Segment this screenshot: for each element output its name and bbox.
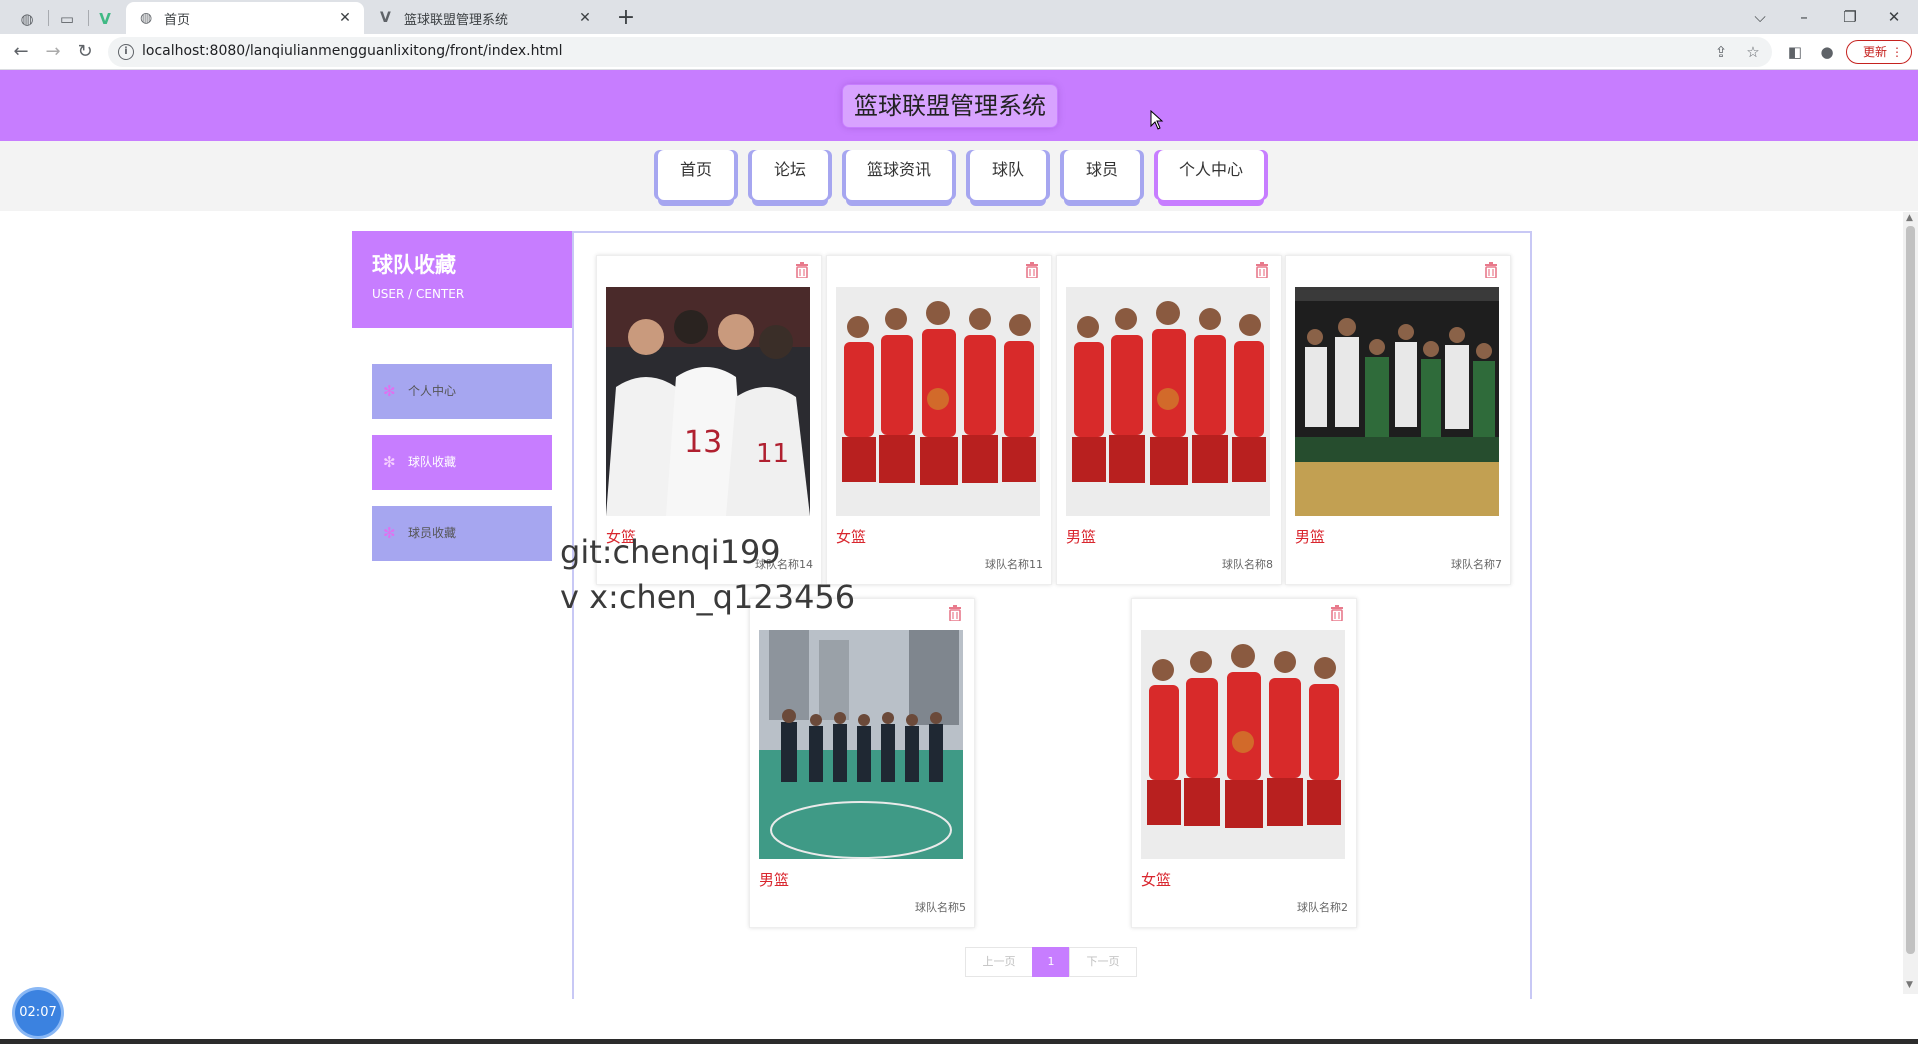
team-photo-huddle[interactable]: 13 11 — [606, 287, 810, 516]
minimize-button[interactable]: – — [1782, 4, 1826, 30]
restore-button[interactable]: ❐ — [1828, 4, 1872, 30]
trash-icon[interactable] — [1330, 605, 1344, 621]
nav-forum[interactable]: 论坛 — [752, 150, 828, 200]
watermark-text: git:chenqi199 v x:chen_q123456 — [560, 530, 855, 620]
back-arrow-icon[interactable]: ← — [8, 39, 34, 65]
team-card[interactable]: 男篮 球队名称7 — [1285, 255, 1511, 585]
scroll-down-icon[interactable]: ▼ — [1906, 980, 1913, 990]
sidebar-item-label: 球队收藏 — [408, 455, 457, 469]
close-window-button[interactable]: ✕ — [1872, 4, 1916, 30]
recording-timer: 02:07 — [15, 990, 61, 1036]
page-scrollbar[interactable]: ▲ ▼ — [1903, 212, 1918, 994]
browser-toolbar: ← → ↻ i localhost:8080/lanqiulianmenggua… — [0, 34, 1918, 70]
snowflake-icon: ✻ — [383, 524, 396, 542]
nav-teams[interactable]: 球队 — [970, 150, 1046, 200]
snowflake-icon: ✻ — [383, 382, 396, 400]
team-name: 球队名称11 — [985, 558, 1043, 571]
new-tab-button[interactable]: + — [612, 4, 640, 32]
prev-page-button[interactable]: 上一页 — [965, 947, 1033, 977]
team-type: 男篮 — [1295, 528, 1326, 546]
pinned-tab-vue-icon[interactable]: V — [86, 5, 124, 33]
team-type: 女篮 — [1141, 871, 1172, 889]
address-bar[interactable]: i localhost:8080/lanqiulianmengguanlixit… — [108, 37, 1772, 67]
sidebar-item-label: 球员收藏 — [408, 526, 457, 540]
profile-icon[interactable]: ● — [1814, 39, 1840, 65]
pinned-tab-globe-icon[interactable]: ◍ — [8, 5, 46, 33]
sidebar-item-team-favorites[interactable]: ✻ 球队收藏 — [372, 435, 552, 490]
tab-league-system[interactable]: V 篮球联盟管理系统 ✕ — [366, 2, 604, 34]
sidebar-item-label: 个人中心 — [408, 384, 457, 398]
page-1-button[interactable]: 1 — [1032, 947, 1070, 977]
nav-user-center[interactable]: 个人中心 — [1158, 150, 1264, 200]
team-card[interactable]: 男篮 球队名称8 — [1056, 255, 1282, 585]
tab-search-chevron-icon[interactable]: ⌵ — [1738, 4, 1782, 30]
team-card[interactable]: 男篮 球队名称5 — [749, 598, 975, 928]
nav-home[interactable]: 首页 — [658, 150, 734, 200]
pinned-tab-blank-icon[interactable]: ▭ — [48, 5, 86, 33]
taskbar-edge — [0, 1039, 1918, 1044]
browser-tab-strip: ◍ ▭ V ◍ 首页 ✕ V 篮球联盟管理系统 ✕ + ⌵ – ❐ ✕ — [0, 0, 1918, 34]
snowflake-icon: ✻ — [383, 453, 396, 471]
team-photo-red-jerseys[interactable] — [1141, 630, 1345, 859]
trash-icon[interactable] — [1255, 262, 1269, 278]
team-name: 球队名称5 — [915, 901, 966, 914]
svg-text:13: 13 — [684, 425, 722, 460]
scroll-up-icon[interactable]: ▲ — [1906, 213, 1913, 223]
team-type: 男篮 — [759, 871, 790, 889]
star-icon[interactable]: ☆ — [1740, 39, 1766, 65]
team-photo-red-jerseys[interactable] — [836, 287, 1040, 516]
vue-icon: V — [380, 10, 391, 26]
svg-text:11: 11 — [756, 439, 789, 469]
team-card[interactable]: 女篮 球队名称2 — [1131, 598, 1357, 928]
share-icon[interactable]: ⇪ — [1708, 39, 1734, 65]
next-page-button[interactable]: 下一页 — [1069, 947, 1137, 977]
close-icon[interactable]: ✕ — [336, 10, 354, 26]
url-text[interactable]: localhost:8080/lanqiulianmengguanlixiton… — [142, 43, 563, 59]
tab-title: 篮球联盟管理系统 — [404, 12, 509, 28]
sidepanel-icon[interactable]: ◧ — [1782, 39, 1808, 65]
forward-arrow-icon[interactable]: → — [40, 39, 66, 65]
team-name: 球队名称7 — [1451, 558, 1502, 571]
trash-icon[interactable] — [1484, 262, 1498, 278]
team-photo-red-jerseys[interactable] — [1066, 287, 1270, 516]
watermark-line: v x:chen_q123456 — [560, 578, 856, 616]
tab-title: 首页 — [164, 12, 191, 28]
reload-icon[interactable]: ↻ — [72, 39, 98, 65]
tab-home[interactable]: ◍ 首页 ✕ — [126, 2, 364, 34]
info-icon[interactable]: i — [118, 44, 134, 60]
team-photo-celebration[interactable] — [1295, 287, 1499, 516]
team-type: 男篮 — [1066, 528, 1097, 546]
update-label: 更新 — [1863, 45, 1888, 59]
sidebar-header: 球队收藏 USER / CENTER — [352, 231, 572, 328]
trash-icon[interactable] — [795, 262, 809, 278]
team-photo-court-group[interactable] — [759, 630, 963, 859]
sidebar-item-user-center[interactable]: ✻ 个人中心 — [372, 364, 552, 419]
update-button[interactable]: 更新 ⋮ — [1846, 40, 1912, 64]
mouse-cursor-icon — [1150, 110, 1164, 130]
scroll-thumb[interactable] — [1906, 226, 1915, 954]
sidebar-item-player-favorites[interactable]: ✻ 球员收藏 — [372, 506, 552, 561]
site-title: 篮球联盟管理系统 — [843, 85, 1057, 127]
sidebar-title: 球队收藏 — [372, 253, 456, 277]
nav-players[interactable]: 球员 — [1064, 150, 1140, 200]
close-icon[interactable]: ✕ — [576, 10, 594, 26]
team-name: 球队名称8 — [1222, 558, 1273, 571]
trash-icon[interactable] — [1025, 262, 1039, 278]
nav-news[interactable]: 篮球资讯 — [846, 150, 952, 200]
main-nav — [0, 141, 1918, 211]
team-name: 球队名称2 — [1297, 901, 1348, 914]
more-vert-icon: ⋮ — [1891, 45, 1903, 59]
watermark-line: git:chenqi199 — [560, 533, 781, 571]
team-card[interactable]: 女篮 球队名称11 — [826, 255, 1052, 585]
sidebar-subtitle: USER / CENTER — [372, 287, 465, 301]
globe-icon: ◍ — [140, 10, 153, 26]
trash-icon[interactable] — [948, 605, 962, 621]
